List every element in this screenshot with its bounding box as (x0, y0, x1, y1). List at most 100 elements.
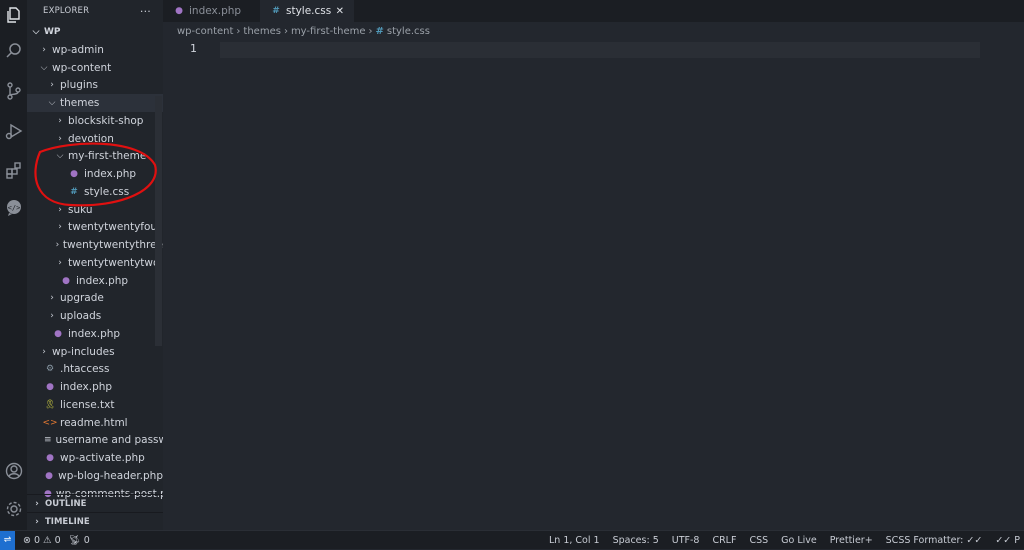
extensions-icon[interactable] (0, 155, 27, 185)
tree-item-label: username and passw... (55, 434, 163, 447)
breadcrumb-item[interactable]: themes (243, 26, 281, 37)
tree-file[interactable]: ≡username and passw... (27, 432, 163, 450)
tree-item-label: twentytwentythree (62, 239, 163, 252)
chevron-right-icon: › (42, 44, 46, 55)
status-item[interactable]: CSS (749, 535, 768, 546)
tree-file[interactable]: ⚙ .htaccess (27, 361, 163, 379)
tree-folder[interactable]: › uploads (27, 307, 163, 325)
chevron-right-icon: › (55, 240, 60, 251)
php-elephant-icon: ● (45, 470, 53, 481)
php-elephant-icon: ● (62, 275, 70, 286)
breadcrumb-item[interactable]: style.css (387, 26, 430, 37)
tree-folder[interactable]: › twentytwentytwo (27, 254, 163, 272)
errors-indicator[interactable]: ⊗ 0 ⚠ 0 (23, 535, 61, 546)
tree-folder[interactable]: ⌵ themes (27, 94, 163, 112)
status-item[interactable]: Prettier+ (830, 535, 873, 546)
tree-folder[interactable]: › upgrade (27, 290, 163, 308)
php-elephant-icon: ● (46, 382, 54, 393)
tree-item-label: upgrade (60, 292, 104, 305)
breadcrumb-item[interactable]: wp-content (177, 26, 233, 37)
tree-folder[interactable]: › wp-admin (27, 41, 163, 59)
ports-indicator[interactable]: 📡︎ 0 (69, 535, 90, 546)
tree-folder[interactable]: › blockskit-shop (27, 112, 163, 130)
status-item[interactable]: Ln 1, Col 1 (549, 535, 600, 546)
status-item[interactable]: SCSS Formatter: ✓✓ (886, 535, 983, 546)
editor-current-line[interactable] (220, 42, 980, 58)
status-item[interactable]: Spaces: 5 (613, 535, 659, 546)
tree-folder[interactable]: ⌵ my-first-theme (27, 148, 163, 166)
tree-folder[interactable]: › wp-includes (27, 343, 163, 361)
tree-folder[interactable]: › devotion (27, 130, 163, 148)
explorer-icon[interactable] (0, 0, 27, 30)
chevron-right-icon: › (50, 293, 54, 304)
php-elephant-icon: ● (175, 6, 183, 16)
breadcrumb-item[interactable]: my-first-theme (291, 26, 366, 37)
chevron-down-icon: ⌵ (32, 26, 40, 37)
svg-text:</>: </> (7, 204, 20, 212)
live-share-icon[interactable]: </> (0, 193, 27, 223)
account-icon[interactable] (0, 456, 27, 486)
tree-file[interactable]: # style.css (27, 183, 163, 201)
explorer-title: EXPLORER (43, 6, 90, 16)
tree-item-label: wp-blog-header.php (58, 469, 163, 482)
more-actions-button[interactable]: ··· (140, 5, 151, 18)
tab-style-css[interactable]: # style.css ✕ (260, 0, 354, 22)
php-elephant-icon: ● (70, 169, 78, 180)
activity-bar: </> (0, 0, 27, 530)
tab-index-php[interactable]: ● index.php (163, 0, 260, 22)
tree-folder[interactable]: ⌵ wp-content (27, 59, 163, 77)
status-item[interactable]: Go Live (781, 535, 817, 546)
status-item[interactable]: ✓✓ P (995, 535, 1020, 546)
sidebar-scrollbar[interactable] (155, 96, 162, 346)
tree-item-label: wp-admin (52, 43, 104, 56)
tree-item-label: wp-content (52, 61, 112, 74)
license-icon: 🎗︎ (44, 399, 56, 410)
tree-folder[interactable]: › plugins (27, 77, 163, 95)
html-icon: <> (42, 417, 58, 428)
tree-file[interactable]: ● index.php (27, 378, 163, 396)
root-label: WP (44, 26, 61, 37)
tab-bar: ● index.php # style.css ✕ (163, 0, 1024, 22)
tree-item-label: my-first-theme (68, 150, 147, 163)
close-icon[interactable]: ✕ (336, 6, 344, 17)
tree-file[interactable]: ● index.php (27, 325, 163, 343)
tree-item-label: plugins (60, 79, 98, 92)
tree-file[interactable]: ● index.php (27, 165, 163, 183)
run-debug-icon[interactable] (0, 116, 27, 146)
tree-item-label: uploads (60, 310, 102, 323)
tree-item-label: readme.html (60, 416, 128, 429)
tree-item-label: index.php (76, 274, 129, 287)
outline-label: OUTLINE (45, 498, 87, 509)
tree-folder[interactable]: › twentytwentyfour (27, 219, 163, 237)
tree-item-label: index.php (60, 381, 113, 394)
tree-file[interactable]: <> readme.html (27, 414, 163, 432)
outline-section[interactable]: › OUTLINE (27, 494, 163, 512)
tree-file[interactable]: ● wp-blog-header.php (27, 467, 163, 485)
chevron-right-icon: › (58, 257, 62, 268)
timeline-section[interactable]: › TIMELINE (27, 512, 163, 530)
error-count: 0 (33, 534, 41, 546)
tree-folder[interactable]: › twentytwentythree (27, 236, 163, 254)
tree-item-label: index.php (68, 327, 121, 340)
tree-item-label: devotion (68, 132, 114, 145)
workspace-root[interactable]: ⌵ WP (27, 23, 163, 41)
source-control-icon[interactable] (0, 76, 27, 106)
breadcrumb: wp-content › themes › my-first-theme › # st… (177, 26, 430, 37)
tree-item-label: index.php (84, 168, 137, 181)
css-hash-icon: # (272, 6, 280, 16)
text-file-icon: ≡ (44, 435, 52, 446)
tree-item-label: wp-includes (52, 345, 115, 358)
tree-item-label: license.txt (60, 398, 115, 411)
settings-gear-icon[interactable] (0, 494, 27, 524)
css-hash-icon: # (70, 186, 78, 197)
status-item[interactable]: UTF-8 (672, 535, 700, 546)
tree-file[interactable]: ● wp-activate.php (27, 449, 163, 467)
tree-folder[interactable]: › suku (27, 201, 163, 219)
remote-icon[interactable]: ⇌ (0, 530, 15, 550)
tree-file[interactable]: ● index.php (27, 272, 163, 290)
tree-item-label: suku (68, 203, 93, 216)
status-item[interactable]: CRLF (712, 535, 736, 546)
search-icon[interactable] (0, 36, 27, 66)
gear-icon: ⚙ (45, 364, 55, 375)
tree-file[interactable]: 🎗︎ license.txt (27, 396, 163, 414)
